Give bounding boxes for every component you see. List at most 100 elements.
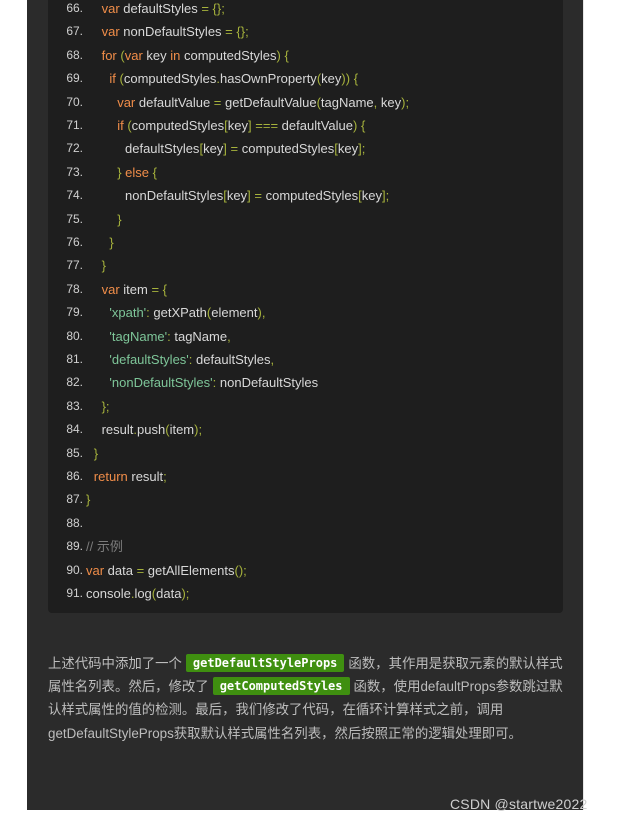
code-token: key <box>337 141 359 157</box>
code-token: return <box>93 469 128 484</box>
code-token: element <box>211 305 258 321</box>
code-line: 80. 'tagName': tagName, <box>48 325 563 348</box>
code-token: 'xpath' <box>109 305 147 321</box>
code-token: } <box>101 258 106 274</box>
line-number: 91. <box>66 586 83 600</box>
code-line: 87.} <box>48 488 563 511</box>
code-token: for <box>101 47 117 63</box>
code-token: nonDefaultStyles <box>125 188 224 204</box>
code-line: 91. console.log(data); <box>48 582 563 605</box>
code-line: 67. var nonDefaultStyles = {}; <box>48 20 563 43</box>
code-text: // 示例 <box>86 535 123 558</box>
code-text: nonDefaultStyles[key] = computedStyles[k… <box>125 184 389 207</box>
code-token: { <box>353 71 359 87</box>
code-line: 72. defaultStyles[key] = computedStyles[k… <box>48 137 563 160</box>
line-number: 72. <box>66 141 83 156</box>
code-token: } <box>117 211 122 227</box>
code-token: var <box>101 1 120 16</box>
code-token: ]; <box>358 141 366 157</box>
code-line: 79. 'xpath': getXPath(element), <box>48 301 563 324</box>
code-text: defaultStyles[key] = computedStyles[key]… <box>125 137 365 160</box>
code-line: 81. 'defaultStyles': defaultStyles, <box>48 348 563 371</box>
code-token: tagName <box>170 328 228 344</box>
code-line: 76.} <box>48 231 563 254</box>
code-line: 86. return result; <box>48 465 563 488</box>
code-token: getDefaultValue <box>221 94 317 110</box>
code-token: defaultValue <box>278 118 353 133</box>
code-token: computedStyles <box>261 188 359 204</box>
code-token: data <box>104 562 137 578</box>
line-number: 90. <box>66 562 83 577</box>
code-text: } else { <box>117 161 157 184</box>
code-token: key <box>227 118 249 133</box>
code-token: {}; <box>212 1 225 16</box>
code-token: = <box>225 24 233 40</box>
code-token: result <box>101 422 134 438</box>
code-token: computedStyles <box>180 47 277 63</box>
code-token: result <box>127 469 164 484</box>
code-line: 68. for (var key in computedStyles) { <box>48 44 563 67</box>
code-token: var <box>124 47 143 63</box>
code-token: computedStyles <box>123 71 217 87</box>
code-text: if (computedStyles.hasOwnProperty(key)) … <box>109 67 358 90</box>
code-token: computedStyles <box>131 118 225 133</box>
code-line: 70. var defaultValue = getDefaultValue(ta… <box>48 91 563 114</box>
code-token: , <box>227 328 231 344</box>
code-line: 82. 'nonDefaultStyles': nonDefaultStyles <box>48 371 563 394</box>
code-text: var defaultValue = getDefaultValue(tagNa… <box>117 91 409 114</box>
code-text: for (var key in computedStyles) { <box>102 44 289 67</box>
code-token: = <box>230 141 239 157</box>
code-token: ), <box>257 305 266 321</box>
line-number: 81. <box>66 352 83 366</box>
code-token: ); <box>401 94 410 110</box>
code-token: // 示例 <box>86 539 123 555</box>
csdn-watermark: CSDN @startwe2022 <box>450 796 588 812</box>
code-line: 77.} <box>48 254 563 277</box>
code-token: key <box>361 188 382 204</box>
code-token: { <box>360 118 366 133</box>
code-line: 85.} <box>48 442 563 465</box>
code-token: item <box>119 281 152 297</box>
code-token: key <box>203 141 224 157</box>
code-token: getAllElements <box>144 562 235 578</box>
code-line: 66. var defaultStyles = {}; <box>48 0 563 20</box>
code-token: nonDefaultStyles <box>119 24 226 40</box>
code-token: 'tagName' <box>109 328 168 344</box>
code-token: tagName <box>320 94 374 110</box>
code-line: 75.} <box>48 208 563 231</box>
code-token: {}; <box>236 24 249 40</box>
code-text: 'defaultStyles': defaultStyles, <box>109 348 274 371</box>
code-token: push <box>137 422 166 438</box>
line-number: 69. <box>66 71 83 86</box>
code-token: var <box>86 562 105 578</box>
line-number: 68. <box>66 47 83 62</box>
line-number: 73. <box>66 164 83 179</box>
code-token: ; <box>163 469 167 484</box>
code-text: }; <box>102 395 110 418</box>
code-token: data <box>156 586 182 601</box>
code-token: }; <box>101 398 110 414</box>
code-token: ); <box>181 586 190 601</box>
code-text: } <box>109 231 113 254</box>
inline-code-getDefaultStyleProps: getDefaultStyleProps <box>185 654 345 672</box>
code-token: hasOwnProperty <box>219 71 317 87</box>
code-token: ); <box>194 422 203 438</box>
code-text: var nonDefaultStyles = {}; <box>102 20 249 43</box>
code-token: item <box>169 422 195 438</box>
code-token: 'nonDefaultStyles' <box>109 375 213 391</box>
line-number: 87. <box>66 492 83 507</box>
code-text: var item = { <box>102 278 167 301</box>
code-token: key <box>142 47 171 63</box>
code-line: 84. result.push(item); <box>48 418 563 441</box>
code-text: 'xpath': getXPath(element), <box>109 301 265 324</box>
line-number: 78. <box>66 281 83 296</box>
code-token: { <box>152 164 157 180</box>
line-number: 88. <box>66 515 83 530</box>
code-text: result.push(item); <box>102 418 202 441</box>
line-number: 75. <box>66 211 83 226</box>
line-number: 71. <box>66 118 83 132</box>
code-token: defaultStyles <box>125 141 200 157</box>
code-token: )) <box>341 71 351 87</box>
code-block: 66. var defaultStyles = {}; 67. var nonDefa… <box>48 0 563 613</box>
line-number: 84. <box>66 422 83 437</box>
